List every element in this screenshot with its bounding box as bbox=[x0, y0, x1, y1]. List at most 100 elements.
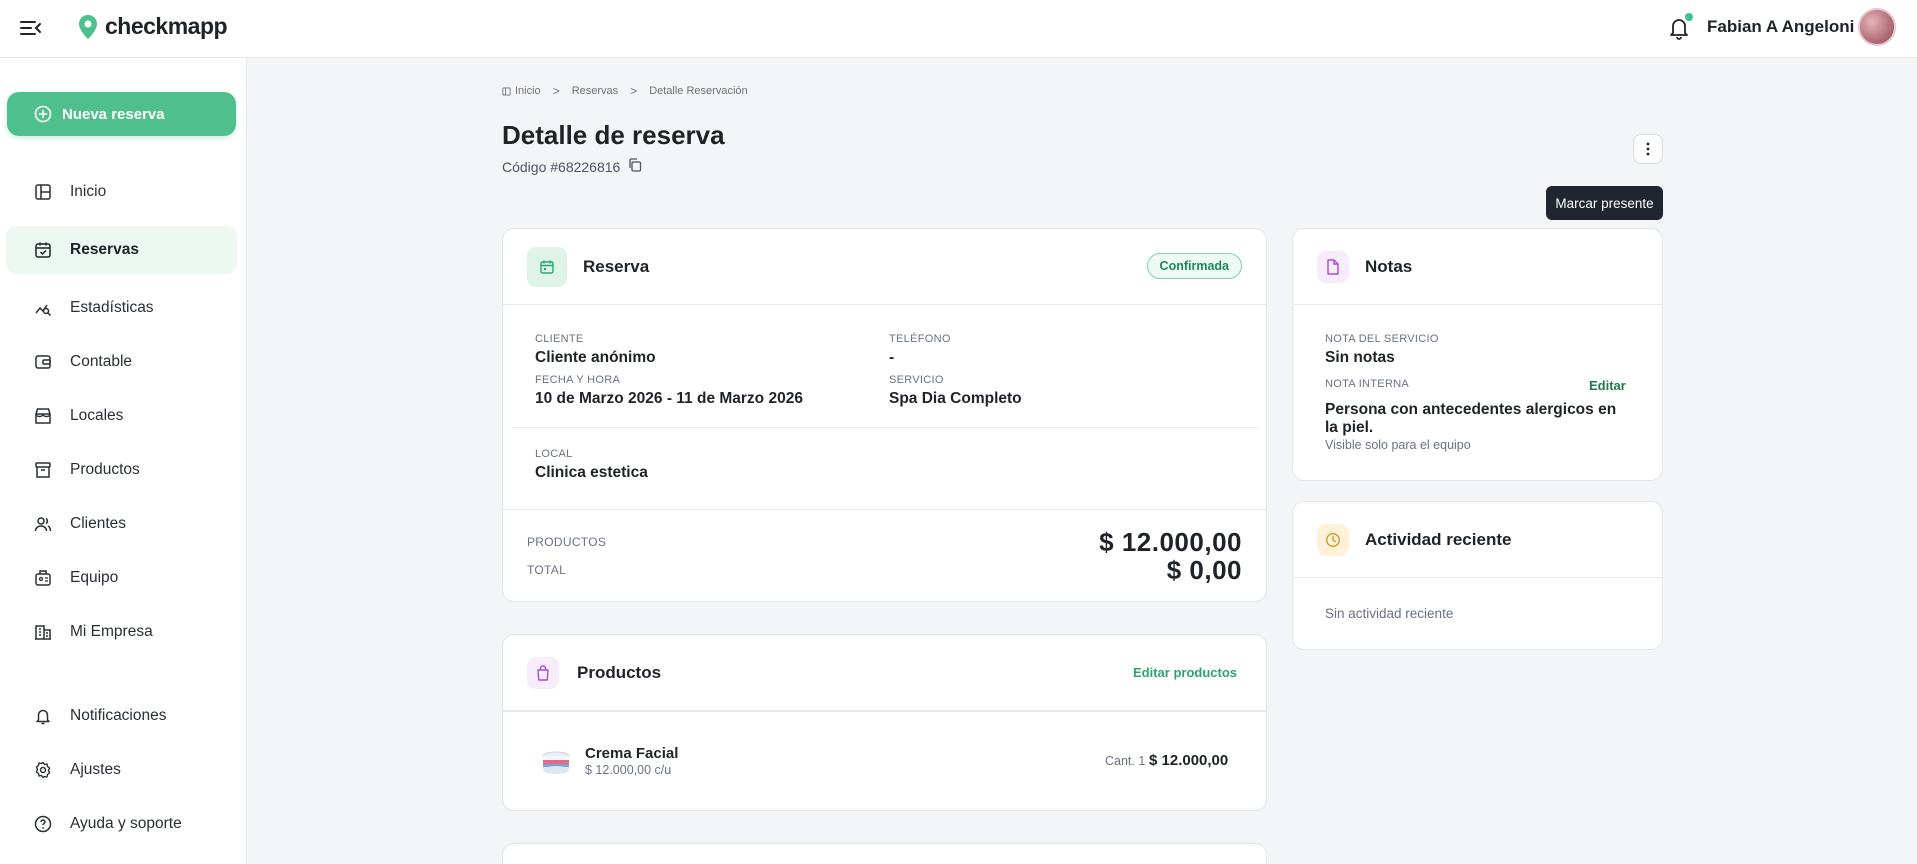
total-amount: $ 0,00 bbox=[1166, 555, 1242, 585]
clock-icon bbox=[1317, 524, 1349, 556]
product-name: Crema Facial bbox=[585, 745, 679, 762]
copy-icon[interactable] bbox=[628, 158, 642, 175]
more-options-button[interactable] bbox=[1633, 134, 1663, 164]
sidebar-item-label: Clientes bbox=[70, 515, 126, 532]
sidebar-item-label: Ayuda y soporte bbox=[70, 815, 182, 832]
product-price: $ 12.000,00 bbox=[1149, 752, 1229, 769]
products-total-label: PRODUCTOS bbox=[527, 535, 607, 549]
sidebar-item-label: Reservas bbox=[70, 241, 139, 258]
service-note-label: NOTA DEL SERVICIO bbox=[1325, 333, 1439, 345]
dashboard-icon bbox=[34, 183, 52, 201]
user-name[interactable]: Fabian A Angeloni bbox=[1707, 17, 1854, 37]
shopping-bag-icon bbox=[527, 657, 559, 689]
mark-present-tooltip[interactable]: Marcar presente bbox=[1546, 186, 1663, 220]
reservation-card-title: Reserva bbox=[583, 257, 650, 276]
home-icon bbox=[502, 86, 511, 96]
reservation-code: Código #68226816 bbox=[502, 158, 642, 175]
service-note-value: Sin notas bbox=[1325, 349, 1395, 366]
kebab-icon bbox=[1646, 142, 1650, 156]
plus-circle-icon bbox=[34, 105, 52, 123]
breadcrumb: Inicio > Reservas > Detalle Reservación bbox=[502, 84, 748, 98]
sidebar-item-label: Equipo bbox=[70, 569, 119, 586]
notes-card-title: Notas bbox=[1365, 257, 1413, 276]
sidebar-item-label: Notificaciones bbox=[70, 707, 167, 724]
products-total-amount: $ 12.000,00 bbox=[1099, 527, 1242, 557]
calendar-icon bbox=[527, 247, 567, 287]
archive-icon bbox=[34, 461, 52, 479]
page-title: Detalle de reserva bbox=[502, 120, 725, 150]
client-label: CLIENTE bbox=[535, 333, 584, 345]
sidebar: Nueva reserva Inicio Reservas Estadístic… bbox=[0, 58, 247, 864]
app-name: checkmapp bbox=[105, 13, 228, 39]
breadcrumb-home[interactable]: Inicio bbox=[515, 85, 541, 97]
avatar[interactable] bbox=[1858, 8, 1896, 46]
breadcrumb-reservas[interactable]: Reservas bbox=[572, 85, 618, 97]
map-pin-icon bbox=[79, 14, 97, 39]
bell-icon bbox=[34, 707, 52, 725]
breadcrumb-separator: > bbox=[552, 84, 560, 98]
sidebar-item-label: Mi Empresa bbox=[70, 623, 153, 640]
divider bbox=[511, 427, 1258, 428]
internal-note-value: Persona con antecedentes alergicos en la… bbox=[1325, 401, 1617, 436]
sidebar-item-productos[interactable]: Productos bbox=[6, 446, 237, 494]
products-card: Productos Editar productos Crema Facial … bbox=[502, 634, 1267, 811]
internal-note-label: NOTA INTERNA bbox=[1325, 378, 1410, 390]
sidebar-item-inicio[interactable]: Inicio bbox=[6, 168, 237, 216]
total-label: TOTAL bbox=[527, 563, 567, 577]
notes-card: Notas NOTA DEL SERVICIO Sin notas NOTA I… bbox=[1292, 228, 1663, 481]
calendar-check-icon bbox=[34, 241, 52, 259]
products-card-header: Productos Editar productos bbox=[503, 635, 1266, 711]
notification-dot bbox=[1685, 13, 1693, 21]
document-icon bbox=[1317, 251, 1349, 283]
reservation-card-header: Reserva Confirmada bbox=[503, 229, 1266, 305]
no-activity-text: Sin actividad reciente bbox=[1325, 606, 1454, 621]
recent-activity-card: Actividad reciente Sin actividad recient… bbox=[1292, 501, 1663, 650]
building-icon bbox=[34, 623, 52, 641]
sidebar-item-equipo[interactable]: Equipo bbox=[6, 554, 237, 602]
service-value: Spa Dia Completo bbox=[889, 390, 1022, 407]
breadcrumb-separator: > bbox=[630, 84, 638, 98]
breadcrumb-current: Detalle Reservación bbox=[649, 85, 748, 97]
sidebar-item-mi-empresa[interactable]: Mi Empresa bbox=[6, 608, 237, 656]
sidebar-item-ayuda[interactable]: Ayuda y soporte bbox=[6, 800, 237, 848]
recent-activity-header: Actividad reciente bbox=[1293, 502, 1662, 578]
new-reservation-button[interactable]: Nueva reserva bbox=[7, 92, 236, 136]
sidebar-item-label: Productos bbox=[70, 461, 140, 478]
team-icon bbox=[34, 569, 52, 587]
divider bbox=[503, 711, 1266, 712]
divider bbox=[503, 509, 1266, 510]
phone-value: - bbox=[889, 349, 895, 366]
edit-note-button[interactable]: Editar bbox=[1589, 378, 1626, 393]
internal-note-hint: Visible solo para el equipo bbox=[1325, 438, 1471, 452]
datetime-label: FECHA Y HORA bbox=[535, 374, 621, 386]
logo[interactable]: checkmapp bbox=[77, 13, 228, 40]
notification-bell-icon[interactable] bbox=[1667, 13, 1693, 41]
sidebar-item-label: Inicio bbox=[70, 183, 107, 200]
reservation-card: Reserva Confirmada CLIENTE Cliente anóni… bbox=[502, 228, 1267, 602]
menu-collapse-icon[interactable] bbox=[18, 15, 44, 41]
sidebar-item-notificaciones[interactable]: Notificaciones bbox=[6, 692, 237, 740]
product-thumbnail bbox=[539, 746, 573, 780]
recent-activity-title: Actividad reciente bbox=[1365, 530, 1512, 549]
sidebar-item-reservas[interactable]: Reservas bbox=[6, 226, 237, 274]
datetime-value: 10 de Marzo 2026 - 11 de Marzo 2026 bbox=[535, 390, 803, 407]
sidebar-item-label: Locales bbox=[70, 407, 124, 424]
sidebar-item-label: Ajustes bbox=[70, 761, 121, 778]
sidebar-item-estadisticas[interactable]: Estadísticas bbox=[6, 284, 237, 332]
help-icon bbox=[34, 815, 52, 833]
next-card bbox=[502, 843, 1267, 864]
sidebar-item-clientes[interactable]: Clientes bbox=[6, 500, 237, 548]
sidebar-item-label: Contable bbox=[70, 353, 133, 370]
sidebar-item-locales[interactable]: Locales bbox=[6, 392, 237, 440]
client-value: Cliente anónimo bbox=[535, 349, 656, 366]
products-card-title: Productos bbox=[577, 663, 662, 682]
store-icon bbox=[34, 407, 52, 425]
product-quantity: Cant. 1 bbox=[1105, 754, 1146, 768]
sidebar-item-contable[interactable]: Contable bbox=[6, 338, 237, 386]
chart-icon bbox=[34, 299, 52, 317]
status-badge: Confirmada bbox=[1146, 253, 1242, 279]
sidebar-item-ajustes[interactable]: Ajustes bbox=[6, 746, 237, 794]
edit-products-button[interactable]: Editar productos bbox=[1133, 665, 1237, 680]
sidebar-item-label: Estadísticas bbox=[70, 299, 154, 316]
users-icon bbox=[34, 515, 52, 533]
